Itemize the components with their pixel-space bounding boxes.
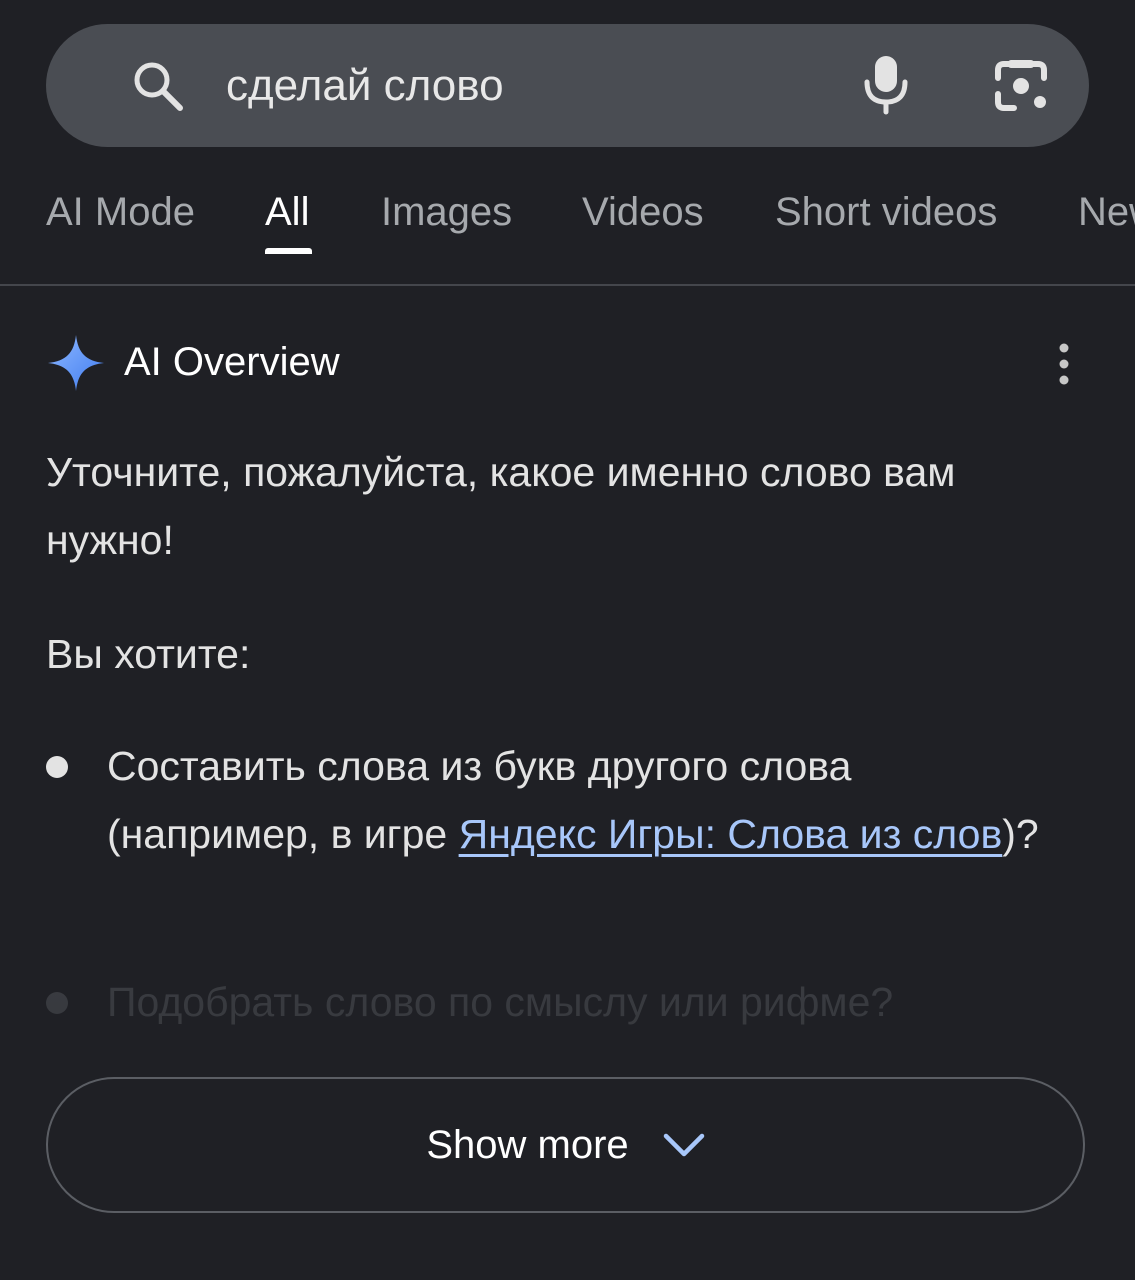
tab-videos[interactable]: Videos <box>582 190 704 235</box>
list-item: Подобрать слово по смыслу или рифме? <box>107 968 1067 1036</box>
ai-overview-title: AI Overview <box>124 340 340 384</box>
list-item-text: Подобрать слово по смыслу или рифме? <box>107 979 894 1025</box>
list-item-text-end: )? <box>1002 811 1039 857</box>
bullet-dot <box>46 992 68 1014</box>
search-bar[interactable] <box>46 24 1089 147</box>
show-more-label: Show more <box>426 1122 629 1167</box>
show-more-button[interactable]: Show more <box>46 1077 1085 1213</box>
active-tab-indicator <box>265 248 312 254</box>
tab-ai-mode[interactable]: AI Mode <box>46 190 195 235</box>
search-icon[interactable] <box>130 58 188 116</box>
yandex-games-link[interactable]: Яндекс Игры: Слова из слов <box>459 811 1003 857</box>
sparkle-icon <box>48 335 104 391</box>
tab-all[interactable]: All <box>265 190 309 235</box>
bullet-dot <box>46 756 68 778</box>
lens-icon[interactable] <box>990 56 1052 116</box>
tab-news[interactable]: News <box>1078 190 1135 235</box>
mic-icon[interactable] <box>860 52 912 116</box>
list-item: Составить слова из букв другого слова (н… <box>107 732 1067 868</box>
chevron-down-icon <box>663 1133 704 1157</box>
tab-short-videos[interactable]: Short videos <box>775 190 997 235</box>
more-vert-icon[interactable] <box>1046 342 1082 386</box>
search-input[interactable] <box>226 58 866 114</box>
ai-overview-intro: Уточните, пожалуйста, какое именно слово… <box>46 449 956 563</box>
ai-overview-question: Вы хотите: <box>46 631 251 677</box>
search-tabs: AI Mode All Images Videos Short videos N… <box>0 168 1135 286</box>
ai-overview-header: AI Overview <box>46 330 1089 396</box>
tab-images[interactable]: Images <box>381 190 512 235</box>
